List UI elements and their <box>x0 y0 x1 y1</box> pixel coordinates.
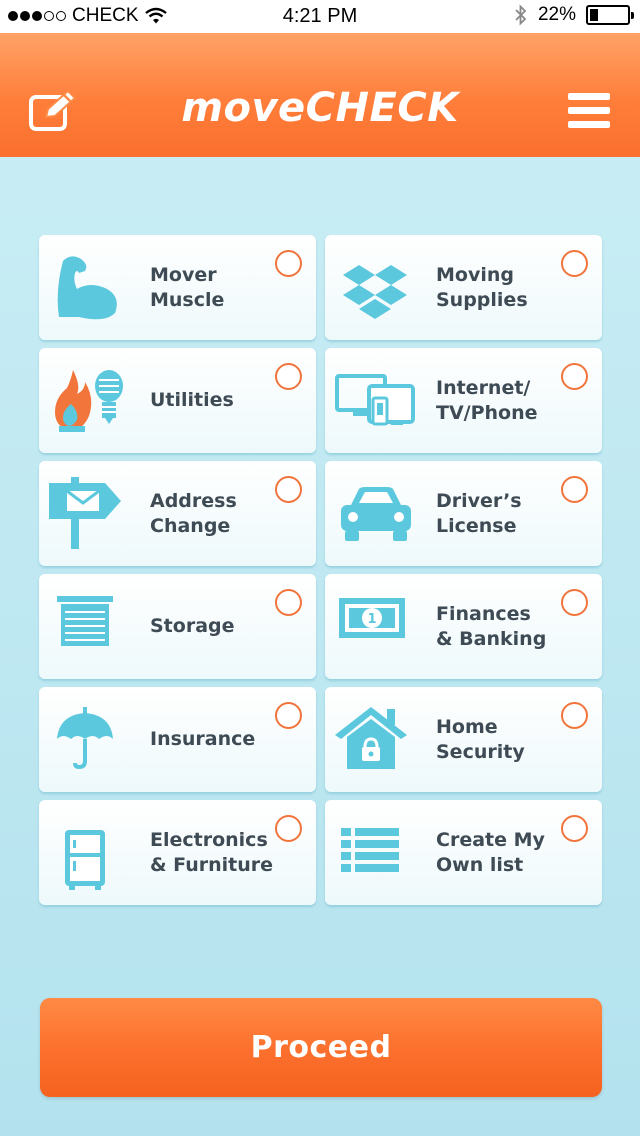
option-label: Finances & Banking <box>436 602 547 650</box>
menu-button[interactable] <box>568 93 614 131</box>
option-label: Internet/ TV/Phone <box>436 376 538 424</box>
option-card-drivers-license[interactable]: Driver’s License <box>325 461 602 566</box>
option-label: Utilities <box>150 389 234 411</box>
umbrella-icon <box>49 703 129 779</box>
option-card-utilities[interactable]: Utilities <box>39 348 316 453</box>
option-card-create-own-list[interactable]: Create My Own list <box>325 800 602 905</box>
option-label: Storage <box>150 615 235 637</box>
bluetooth-icon <box>515 4 527 26</box>
battery-percent: 22% <box>537 4 576 25</box>
devices-icon <box>335 364 415 440</box>
option-radio[interactable] <box>275 250 302 277</box>
option-radio[interactable] <box>561 476 588 503</box>
app-title: moveCHECK <box>181 85 459 131</box>
banknote-icon: 1 <box>335 590 415 666</box>
mailbox-sign-icon <box>49 477 129 553</box>
option-radio[interactable] <box>275 476 302 503</box>
option-radio[interactable] <box>561 702 588 729</box>
option-radio[interactable] <box>561 363 588 390</box>
option-radio[interactable] <box>275 589 302 616</box>
storage-door-icon <box>49 590 129 666</box>
option-card-home-security[interactable]: Home Security <box>325 687 602 792</box>
option-label: Address Change <box>150 489 237 537</box>
option-card-address-change[interactable]: Address Change <box>39 461 316 566</box>
option-card-finances-banking[interactable]: 1 Finances & Banking <box>325 574 602 679</box>
option-card-storage[interactable]: Storage <box>39 574 316 679</box>
option-card-moving-supplies[interactable]: Moving Supplies <box>325 235 602 340</box>
option-radio[interactable] <box>275 815 302 842</box>
option-label: Insurance <box>150 728 256 750</box>
option-card-electronics-furniture[interactable]: Electronics & Furniture <box>39 800 316 905</box>
list-icon <box>335 816 415 892</box>
car-icon <box>335 477 415 553</box>
option-label: Moving Supplies <box>436 263 528 311</box>
option-label: Driver’s License <box>436 489 522 537</box>
option-card-mover-muscle[interactable]: Mover Muscle <box>39 235 316 340</box>
option-card-insurance[interactable]: Insurance <box>39 687 316 792</box>
option-label: Create My Own list <box>436 828 545 876</box>
status-bar: CHECK 4:21 PM 22% <box>0 0 640 33</box>
proceed-button[interactable]: Proceed <box>40 998 602 1097</box>
option-label: Home Security <box>436 715 525 763</box>
option-radio[interactable] <box>275 702 302 729</box>
flame-bulb-icon <box>49 364 129 440</box>
svg-text:1: 1 <box>367 612 376 627</box>
option-label: Electronics & Furniture <box>150 828 274 876</box>
option-radio[interactable] <box>561 815 588 842</box>
option-label: Mover Muscle <box>150 263 225 311</box>
menu-icon <box>568 93 614 128</box>
fridge-icon <box>49 816 129 892</box>
house-lock-icon <box>335 703 415 779</box>
option-radio[interactable] <box>275 363 302 390</box>
option-radio[interactable] <box>561 250 588 277</box>
box-icon <box>335 251 415 327</box>
muscle-icon <box>49 251 129 327</box>
app-header: moveCHECK <box>0 33 640 157</box>
option-card-internet-tv-phone[interactable]: Internet/ TV/Phone <box>325 348 602 453</box>
battery-icon <box>586 5 634 25</box>
option-radio[interactable] <box>561 589 588 616</box>
